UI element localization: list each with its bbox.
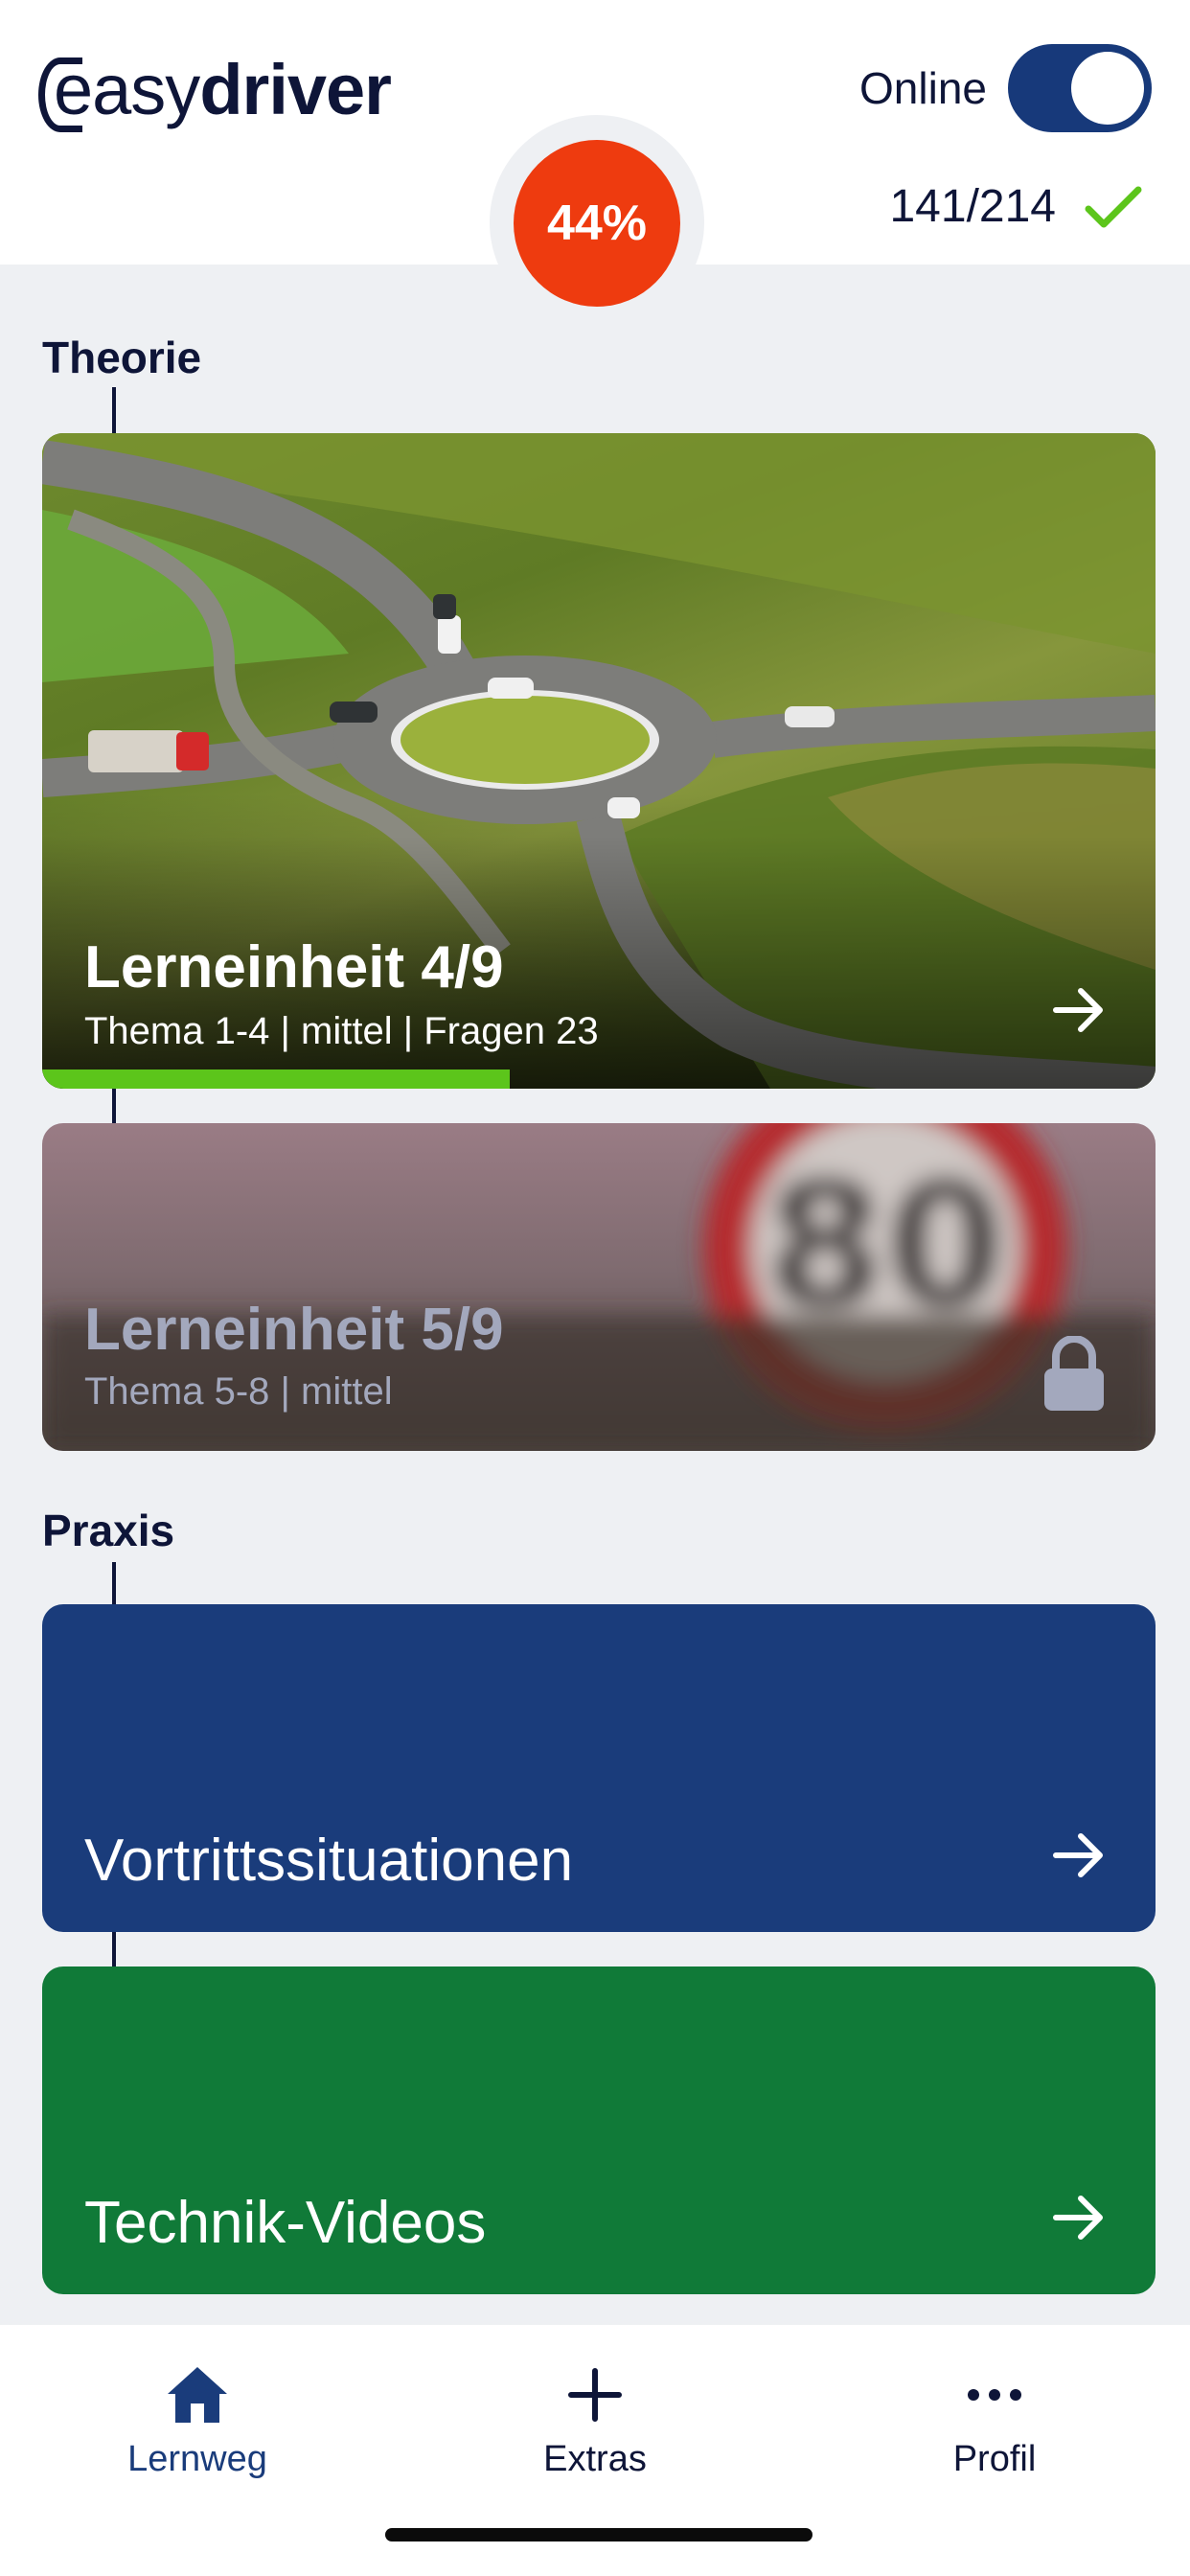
more-icon [965, 2365, 1024, 2429]
path-connector [112, 1562, 116, 1604]
tab-label: Extras [543, 2439, 647, 2479]
toggle-knob [1071, 52, 1144, 125]
tab-extras[interactable]: Extras [499, 2365, 691, 2480]
path-connector [112, 1932, 116, 1966]
progress-badge: 44% [514, 140, 680, 307]
tab-lernweg[interactable]: Lernweg [102, 2365, 293, 2480]
arrow-right-icon [1050, 2189, 1108, 2251]
praxis-card-title: Vortrittssituationen [84, 1828, 574, 1894]
tab-label: Lernweg [127, 2439, 267, 2479]
lesson-title: Lerneinheit 4/9 [84, 934, 504, 1000]
online-toggle[interactable] [1008, 44, 1152, 132]
tab-label: Profil [952, 2439, 1037, 2479]
logo-text-driver: driver [199, 49, 392, 129]
online-switch-group: Online [859, 44, 1152, 132]
tab-profil[interactable]: Profil [899, 2365, 1090, 2480]
lesson-title: Lerneinheit 5/9 [84, 1297, 504, 1363]
praxis-card-technik-videos[interactable]: Technik-Videos [42, 1966, 1156, 2294]
lesson-card-5-locked[interactable]: 80 Lerneinheit 5/9 Thema 5-8 | mittel [42, 1123, 1156, 1451]
online-label: Online [859, 63, 987, 113]
logo-text-easy: easy [54, 49, 200, 129]
arrow-right-icon [1050, 1827, 1108, 1889]
lesson-card-4[interactable]: Lerneinheit 4/9 Thema 1-4 | mittel | Fra… [42, 433, 1156, 1089]
path-connector [112, 1089, 116, 1123]
praxis-card-title: Technik-Videos [84, 2190, 487, 2256]
praxis-card-vortrittssituationen[interactable]: Vortrittssituationen [42, 1604, 1156, 1932]
lock-icon [1042, 1335, 1106, 1417]
question-counter: 141/214 [889, 180, 1142, 233]
arrow-right-icon [1050, 981, 1108, 1044]
home-indicator[interactable] [385, 2528, 812, 2542]
section-title-praxis: Praxis [42, 1506, 175, 1555]
lesson-progress-bar [42, 1070, 511, 1089]
checkmark-icon [1085, 184, 1142, 230]
section-title-theorie: Theorie [42, 333, 202, 382]
home-icon [166, 2365, 229, 2429]
lesson-subtitle: Thema 1-4 | mittel | Fragen 23 [84, 1010, 599, 1052]
path-connector [112, 387, 116, 433]
easydriver-logo: easy driver [38, 46, 392, 132]
counter-text: 141/214 [889, 181, 1056, 232]
plus-icon [565, 2365, 625, 2429]
lesson-subtitle: Thema 5-8 | mittel [84, 1370, 393, 1413]
